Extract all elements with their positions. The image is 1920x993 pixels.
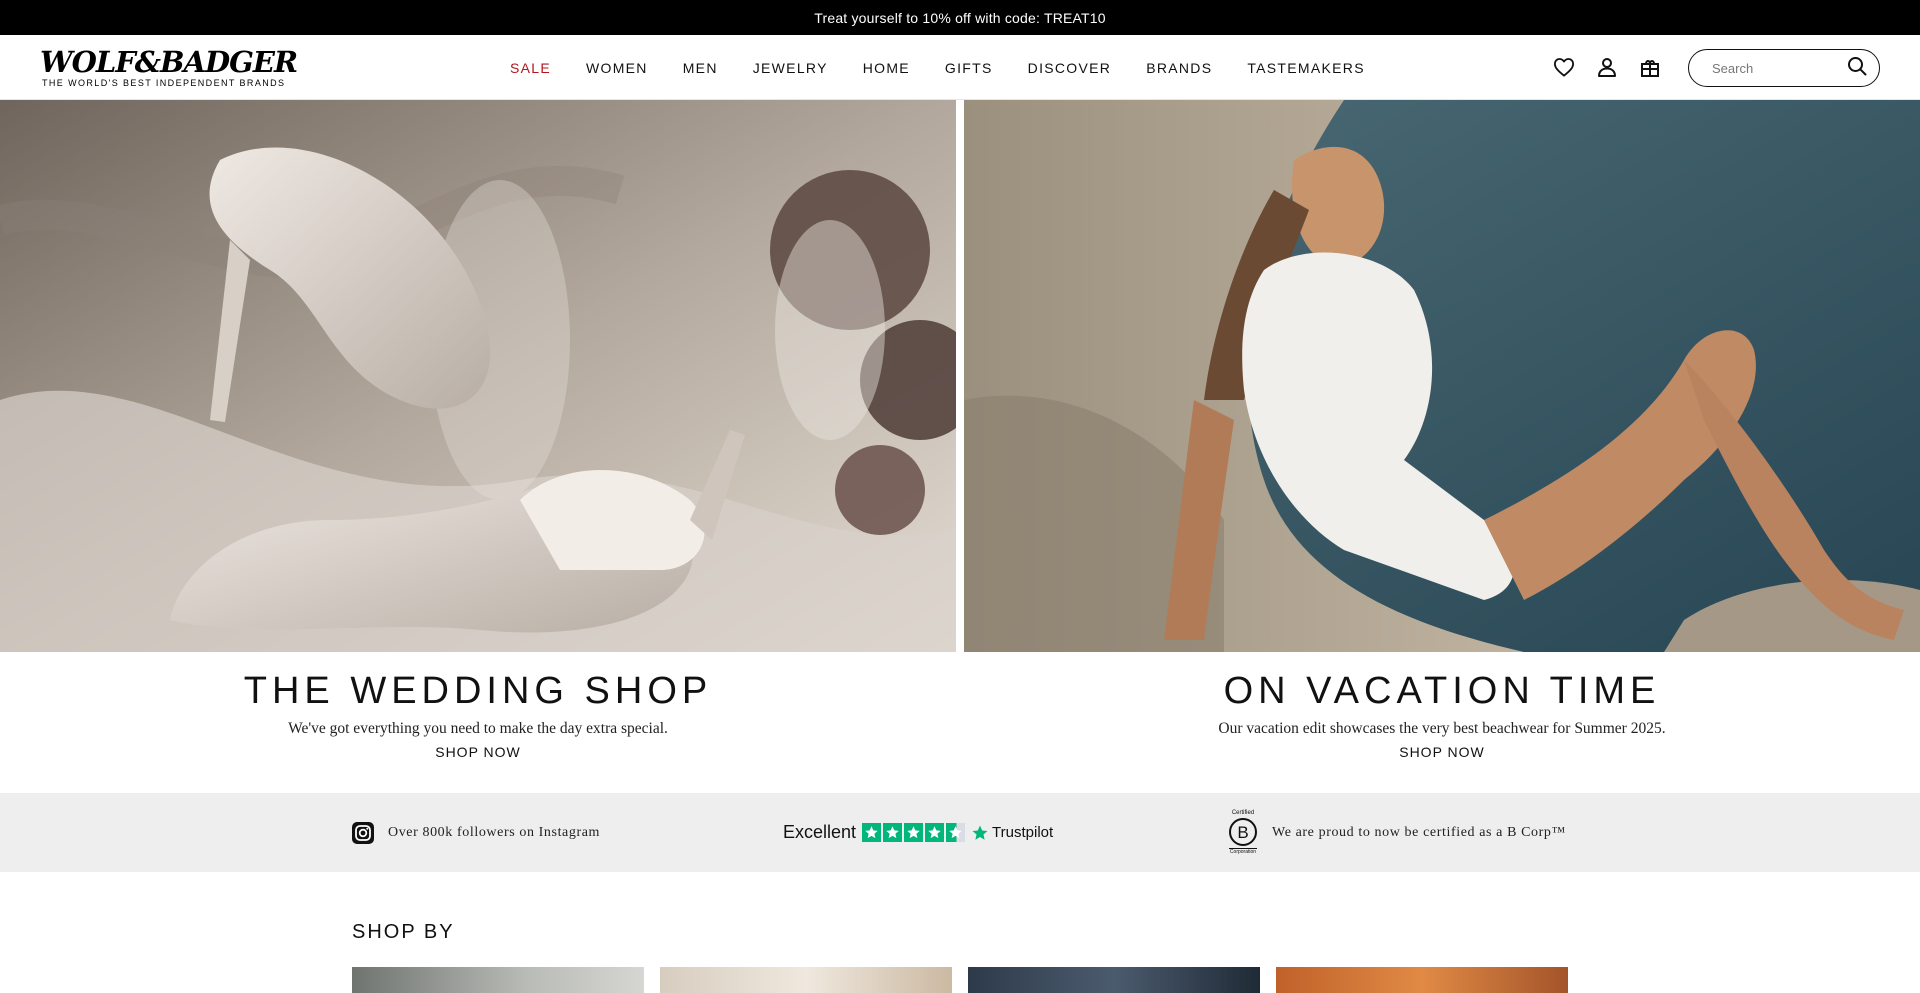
- shop-by-tile[interactable]: [660, 967, 952, 993]
- shop-by-tile[interactable]: [352, 967, 644, 993]
- svg-text:B: B: [1237, 823, 1248, 842]
- nav-item-jewelry[interactable]: JEWELRY: [753, 60, 828, 76]
- bcorp-text: We are proud to now be certified as a B …: [1272, 824, 1566, 840]
- vacation-shop-now-link[interactable]: SHOP NOW: [1399, 744, 1485, 760]
- nav-item-gifts[interactable]: GIFTS: [945, 60, 993, 76]
- nav-item-brands[interactable]: BRANDS: [1146, 60, 1212, 76]
- search-input[interactable]: [1712, 60, 1847, 76]
- nav-item-discover[interactable]: DISCOVER: [1028, 60, 1112, 76]
- half-star-icon: [946, 823, 966, 842]
- star-icon: [925, 823, 945, 842]
- trustpilot-badge[interactable]: Excellent Trustpilot: [783, 793, 1053, 872]
- bag-icon[interactable]: [1638, 55, 1662, 79]
- wedding-subtitle: We've got everything you need to make th…: [288, 720, 668, 737]
- bcorp-logo-bottom: Corporation: [1229, 848, 1257, 855]
- nav-item-home[interactable]: HOME: [863, 60, 910, 76]
- shop-by-tiles: [352, 967, 1568, 993]
- logo[interactable]: WOLF&BADGER THE WORLD'S BEST INDEPENDENT…: [40, 45, 298, 93]
- star-icon: [883, 823, 903, 842]
- star-icon: [862, 823, 882, 842]
- bcorp-badge[interactable]: Certified B Corporation We are proud to …: [1228, 793, 1566, 872]
- main-nav: SALE WOMEN MEN JEWELRY HOME GIFTS DISCOV…: [510, 35, 1400, 100]
- instagram-text: Over 800k followers on Instagram: [388, 824, 601, 840]
- shop-by-heading: SHOP BY: [352, 921, 455, 943]
- vacation-title: ON VACATION TIME: [1223, 670, 1661, 712]
- nav-item-men[interactable]: MEN: [683, 60, 718, 76]
- search-box[interactable]: [1688, 49, 1880, 87]
- hero-image-wedding[interactable]: [0, 100, 956, 652]
- vacation-illustration: [964, 100, 1920, 652]
- wedding-caption: THE WEDDING SHOP We've got everything yo…: [0, 668, 956, 762]
- logo-wordmark: WOLF&BADGER: [40, 45, 298, 79]
- trustpilot-rating: Excellent: [783, 822, 857, 842]
- logo-tagline: THE WORLD'S BEST INDEPENDENT BRANDS: [42, 78, 286, 88]
- header-icons: [1552, 55, 1662, 79]
- vacation-caption: ON VACATION TIME Our vacation edit showc…: [964, 668, 1920, 762]
- hero-image-vacation[interactable]: [964, 100, 1920, 652]
- star-icon: [904, 823, 924, 842]
- nav-item-sale[interactable]: SALE: [510, 60, 551, 76]
- trust-strip: Over 800k followers on Instagram Excelle…: [0, 793, 1920, 872]
- instagram-icon: [352, 821, 374, 844]
- trustpilot-star-icon: [972, 825, 988, 840]
- wedding-title: THE WEDDING SHOP: [243, 670, 713, 712]
- trustpilot-logo: Trustpilot: [971, 824, 1053, 842]
- shop-by-tile[interactable]: [1276, 967, 1568, 993]
- wedding-shoes-illustration: [0, 100, 956, 652]
- wedding-shop-now-link[interactable]: SHOP NOW: [435, 744, 521, 760]
- promo-bar[interactable]: Treat yourself to 10% off with code: TRE…: [0, 0, 1920, 35]
- bcorp-logo-icon: Certified B Corporation: [1228, 810, 1258, 856]
- promo-text: Treat yourself to 10% off with code: TRE…: [814, 9, 1106, 26]
- site-header: WOLF&BADGER THE WORLD'S BEST INDEPENDENT…: [0, 35, 1920, 100]
- nav-item-tastemakers[interactable]: TASTEMAKERS: [1247, 60, 1365, 76]
- user-icon[interactable]: [1595, 55, 1619, 79]
- nav-item-women[interactable]: WOMEN: [586, 60, 648, 76]
- vacation-subtitle: Our vacation edit showcases the very bes…: [1218, 720, 1666, 737]
- trustpilot-name: Trustpilot: [992, 824, 1054, 841]
- trustpilot-stars: [862, 823, 966, 842]
- bcorp-logo-top: Certified: [1231, 809, 1255, 816]
- instagram-badge[interactable]: Over 800k followers on Instagram: [352, 793, 600, 872]
- shop-by-tile[interactable]: [968, 967, 1260, 993]
- heart-icon[interactable]: [1552, 55, 1576, 79]
- search-icon[interactable]: [1847, 56, 1867, 81]
